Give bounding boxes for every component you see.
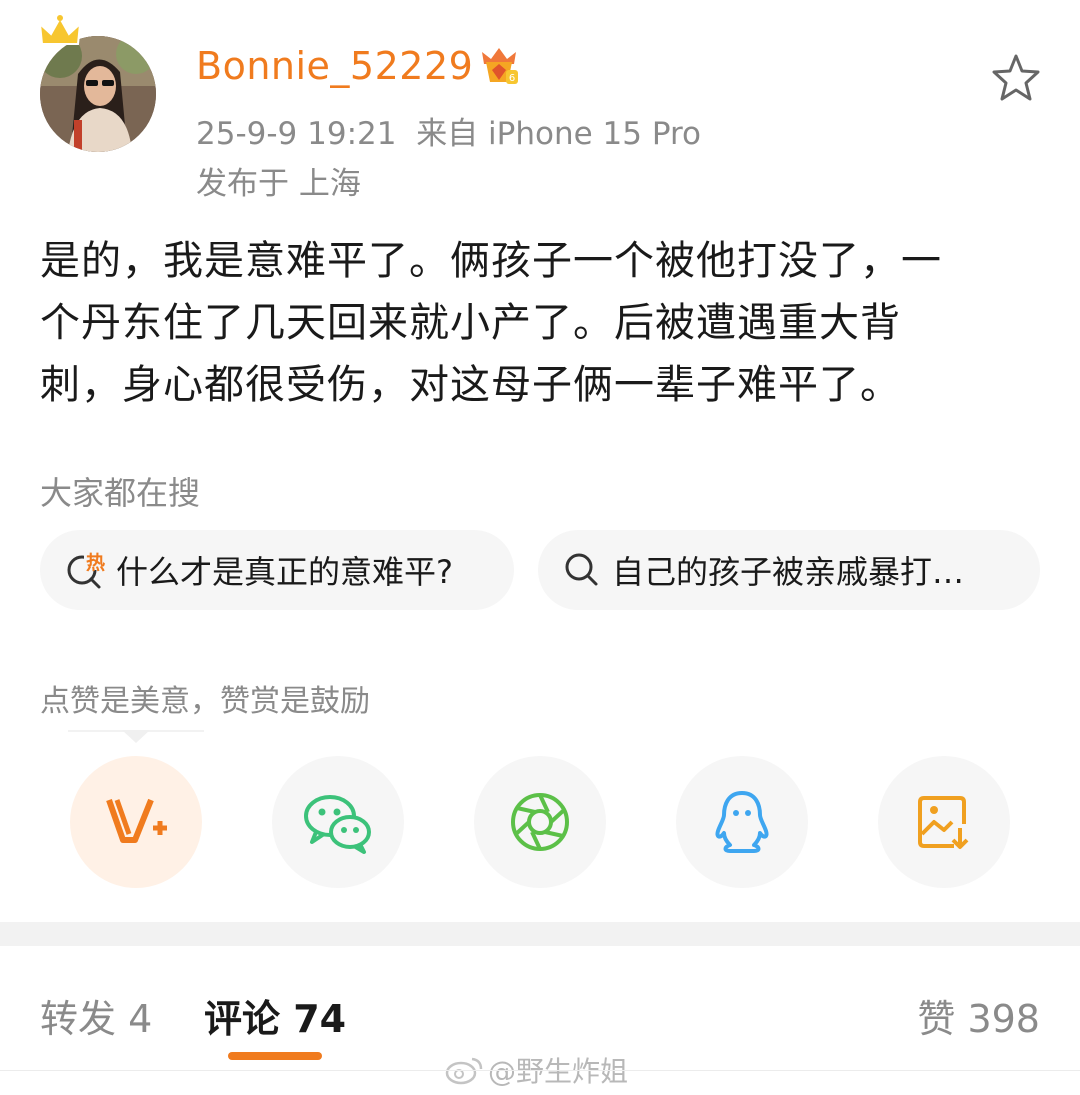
share-qq-button[interactable] [676,756,808,888]
tab-comment[interactable]: 评论 74 [204,988,346,1043]
hot-search-icon: 热 [64,548,110,592]
search-chip-label: 自己的孩子被亲戚暴打… [612,553,965,591]
avatar-container[interactable] [36,14,160,154]
crown-badge-icon [38,15,82,45]
weibo-reward-v-plus-icon [106,798,167,843]
save-image-icon [918,796,969,849]
username[interactable]: Bonnie_52229 [196,44,473,88]
wechat-moments-icon [511,793,569,851]
tab-like[interactable]: 赞 398 [917,988,1040,1043]
active-tab-indicator [228,1052,322,1060]
post-timestamp: 25-9-9 19:21 [196,116,397,152]
search-chip[interactable]: 自己的孩子被亲戚暴打… [538,530,1040,610]
search-icon [565,553,598,586]
post-body: 是的，我是意难平了。俩孩子一个被他打没了，一 个丹东住了几天回来就小产了。后被遭… [40,230,1050,416]
search-chip-label: 什么才是真正的意难平? [116,553,453,591]
section-divider [0,922,1080,946]
svg-text:6: 6 [509,73,515,84]
share-wechat-button[interactable] [272,756,404,888]
post-source: 来自 iPhone 15 Pro [416,116,702,152]
star-icon[interactable] [988,50,1044,106]
wechat-icon [304,795,371,854]
post-location: 发布于 上海 [196,166,361,202]
post-tabs: 转发 4 评论 74 赞 398 @野生炸姐 [0,946,1080,1095]
post-header: Bonnie_52229 6 25-9-9 19:21 来自 iPhone 15… [0,0,1080,210]
search-chip[interactable]: 热 什么才是真正的意难平? [40,530,514,610]
share-moments-button[interactable] [474,756,606,888]
post-meta: 25-9-9 19:21 来自 iPhone 15 Pro [196,108,701,153]
save-image-button[interactable] [878,756,1010,888]
post-line: 个丹东住了几天回来就小产了。后被遭遇重大背 [40,300,901,346]
hot-badge: 热 [86,552,106,574]
bottom-divider [0,1070,1080,1071]
post-line: 刺，身心都很受伤，对这母子俩一辈子难平了。 [40,362,901,408]
tip-caret [68,730,204,743]
trending-search-title: 大家都在搜 [40,474,201,512]
post-line: 是的，我是意难平了。俩孩子一个被他打没了，一 [40,238,942,284]
reward-button[interactable] [70,756,202,888]
qq-icon [715,791,769,853]
tab-repost[interactable]: 转发 4 [40,988,152,1043]
reward-tip: 点赞是美意，赞赏是鼓励 [40,684,370,719]
vip-crown-icon[interactable]: 6 [478,46,520,88]
